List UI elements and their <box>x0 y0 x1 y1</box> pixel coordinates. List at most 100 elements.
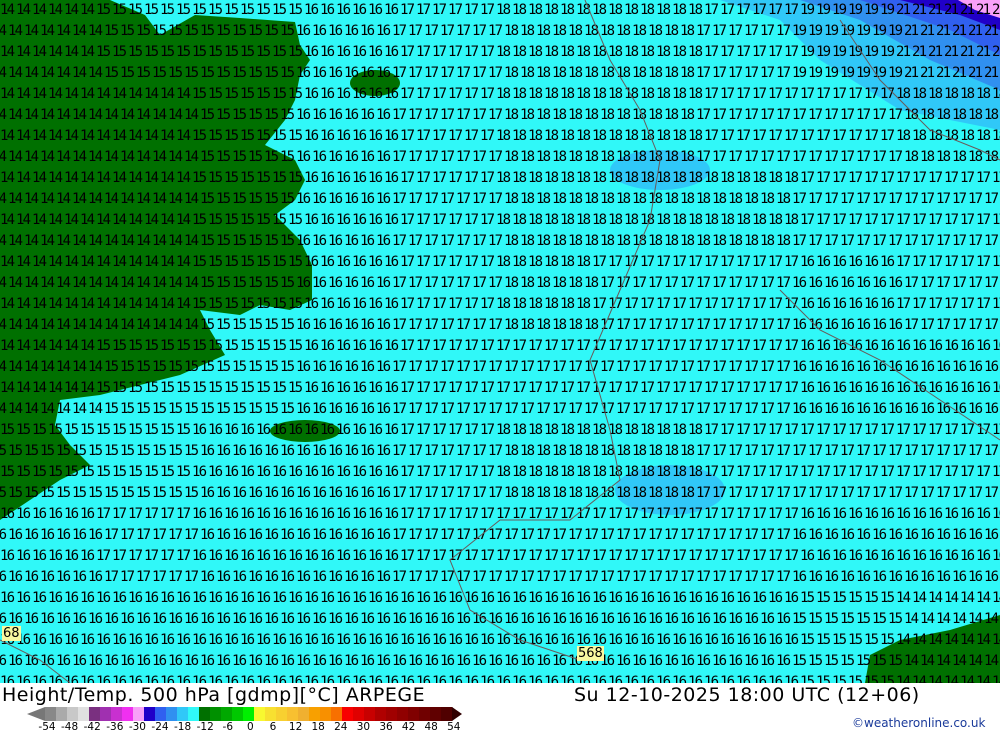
temperature-value: 18 <box>704 170 719 186</box>
temperature-value: 16 <box>352 590 367 606</box>
temperature-value: 17 <box>392 149 407 165</box>
temperature-value: 17 <box>720 86 735 102</box>
temperature-value: 16 <box>360 611 375 627</box>
temperature-value: 16 <box>840 317 855 333</box>
temperature-value: 16 <box>320 296 335 312</box>
temperature-value: 18 <box>552 191 567 207</box>
temperature-value: 17 <box>400 212 415 228</box>
temperature-value: 16 <box>808 569 823 585</box>
temperature-value: 16 <box>984 527 999 543</box>
temperature-value: 15 <box>200 233 215 249</box>
temperature-value: 18 <box>520 191 535 207</box>
temperature-value: 16 <box>480 674 495 683</box>
temperature-value: 17 <box>408 275 423 291</box>
temperature-value: 16 <box>376 65 391 81</box>
temperature-value: 16 <box>424 653 439 669</box>
temperature-value: 17 <box>536 569 551 585</box>
temperature-value: 19 <box>816 44 831 60</box>
temperature-value: 17 <box>776 401 791 417</box>
temperature-value: 17 <box>648 569 663 585</box>
temperature-value: 16 <box>928 506 943 522</box>
temperature-value: 19 <box>864 2 879 18</box>
legend-swatch <box>320 707 332 721</box>
temperature-value: 16 <box>248 611 263 627</box>
temperature-value: 17 <box>952 317 967 333</box>
temperature-value: 17 <box>456 443 471 459</box>
temperature-value: 14 <box>80 2 95 18</box>
temperature-value: 16 <box>168 653 183 669</box>
temperature-value: 17 <box>952 443 967 459</box>
temperature-value: 15 <box>224 86 239 102</box>
temperature-value: 14 <box>24 107 39 123</box>
temperature-value: 17 <box>712 275 727 291</box>
temperature-value: 15 <box>104 443 119 459</box>
temperature-value: 15 <box>104 65 119 81</box>
temperature-value: 15 <box>104 23 119 39</box>
temperature-value: 14 <box>40 65 55 81</box>
temperature-value: 17 <box>424 149 439 165</box>
temperature-value: 18 <box>624 128 639 144</box>
temperature-value: 15 <box>216 317 231 333</box>
temperature-value: 17 <box>776 569 791 585</box>
temperature-value: 15 <box>280 149 295 165</box>
temperature-value: 19 <box>880 2 895 18</box>
temperature-value: 17 <box>728 23 743 39</box>
temperature-value: 16 <box>208 422 223 438</box>
temperature-value: 16 <box>320 212 335 228</box>
temperature-value: 17 <box>408 65 423 81</box>
temperature-value: 14 <box>16 254 31 270</box>
temperature-value: 17 <box>616 359 631 375</box>
temperature-value: 17 <box>400 86 415 102</box>
temperature-value: 18 <box>648 23 663 39</box>
temperature-value: 16 <box>984 569 999 585</box>
temperature-value: 16 <box>456 611 471 627</box>
temperature-value: 14 <box>40 149 55 165</box>
temperature-value: 17 <box>744 65 759 81</box>
temperature-value: 17 <box>720 464 735 480</box>
legend-swatch <box>408 707 420 721</box>
temperature-value: 18 <box>776 233 791 249</box>
temperature-value: 16 <box>328 611 343 627</box>
credit-link[interactable]: ©weatheronline.co.uk <box>852 716 985 730</box>
temperature-value: 18 <box>552 65 567 81</box>
temperature-value: 17 <box>480 338 495 354</box>
temperature-value: 16 <box>464 674 479 683</box>
temperature-value: 17 <box>424 401 439 417</box>
temperature-value: 21 <box>904 23 919 39</box>
temperature-value: 16 <box>256 548 271 564</box>
temperature-value: 16 <box>72 569 87 585</box>
temperature-value: 15 <box>264 317 279 333</box>
temperature-value: 15 <box>264 149 279 165</box>
temperature-value: 16 <box>696 653 711 669</box>
temperature-value: 14 <box>64 86 79 102</box>
temperature-value: 18 <box>616 191 631 207</box>
temperature-value: 15 <box>128 380 143 396</box>
temperature-value: 16 <box>344 317 359 333</box>
temperature-value: 15 <box>280 317 295 333</box>
temperature-value: 16 <box>344 275 359 291</box>
temperature-value: 18 <box>688 464 703 480</box>
temperature-value: 14 <box>88 317 103 333</box>
temperature-value: 16 <box>696 611 711 627</box>
temperature-value: 14 <box>80 296 95 312</box>
temperature-value: 15 <box>280 107 295 123</box>
temperature-value: 17 <box>96 548 111 564</box>
temperature-value: 17 <box>800 464 815 480</box>
temperature-value: 18 <box>712 233 727 249</box>
temperature-value: 16 <box>336 506 351 522</box>
temperature-value: 14 <box>8 65 23 81</box>
temperature-value: 16 <box>840 359 855 375</box>
temperature-value: 16 <box>368 2 383 18</box>
temperature-value: 16 <box>512 674 527 683</box>
temperature-value: 18 <box>608 212 623 228</box>
temperature-value: 17 <box>424 275 439 291</box>
temperature-value: 18 <box>664 65 679 81</box>
temperature-value: 17 <box>584 569 599 585</box>
temperature-value: 17 <box>896 296 911 312</box>
temperature-value: 15 <box>248 317 263 333</box>
temperature-value: 16 <box>224 506 239 522</box>
temperature-value: 14 <box>112 170 127 186</box>
temperature-value: 15 <box>176 422 191 438</box>
temperature-value: 18 <box>616 443 631 459</box>
temperature-value: 17 <box>416 86 431 102</box>
